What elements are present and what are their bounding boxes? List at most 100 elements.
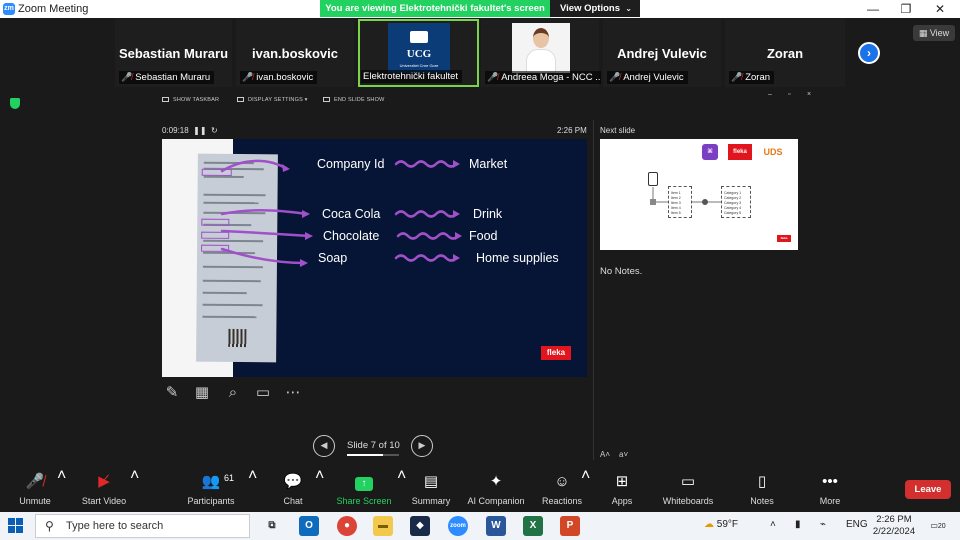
screen-share-banner: You are viewing Elektrotehnički fakultet…	[320, 0, 550, 17]
participant-label-text: Zoran	[745, 72, 771, 83]
next-slide-connectors	[650, 187, 721, 205]
fleka-logo: fleka	[541, 346, 571, 360]
language-indicator[interactable]: ENG	[846, 519, 868, 530]
whiteboard-icon: ▭	[680, 473, 696, 490]
window-title: Zoom Meeting	[18, 3, 89, 15]
display-settings-button[interactable]: DISPLAY SETTINGS ▾	[237, 97, 308, 103]
task-view-icon[interactable]: ⧉	[262, 516, 282, 536]
taskbar-date: 2/22/2024	[872, 526, 916, 537]
taskbar-clock[interactable]: 2:26 PM 2/22/2024	[870, 514, 918, 538]
taskbar-search-box[interactable]: ⚲ Type here to search	[35, 514, 250, 538]
view-button[interactable]: ▦ View	[913, 25, 955, 41]
curved-arrow-soap	[220, 247, 307, 265]
notifications-icon[interactable]: ▭20	[929, 518, 947, 534]
search-icon: ⚲	[45, 519, 54, 533]
participant-tile[interactable]: ivan.boskovic 🎤̸ ivan.boskovic	[236, 19, 354, 87]
slide-progress-bar	[347, 454, 399, 456]
chrome-icon[interactable]: ●	[337, 516, 357, 536]
microphone-tray-icon[interactable]: ▮	[795, 519, 801, 530]
windows-start-icon[interactable]	[8, 518, 24, 534]
leave-button[interactable]: Leave	[905, 480, 951, 499]
see-all-slides-icon[interactable]: ▦	[192, 383, 212, 403]
presenter-divider[interactable]	[593, 120, 594, 460]
participant-tile[interactable]: 🎤̸ Andreea Moga - NCC ...	[481, 19, 601, 87]
next-slide-button[interactable]: ▶	[411, 435, 433, 457]
participant-label-text: Andreea Moga - NCC ...	[501, 72, 601, 83]
restore-button[interactable]: ❐	[891, 1, 921, 17]
participant-name-large: Andrej Vulevic	[617, 46, 707, 61]
weather-widget[interactable]: ☁ 59°F	[704, 519, 738, 530]
presenter-clock: 2:26 PM	[557, 126, 587, 135]
presenter-close-icon[interactable]: ×	[807, 91, 811, 98]
pause-icon[interactable]: ❚❚	[193, 126, 206, 135]
mic-muted-icon: 🎤̸	[242, 72, 254, 82]
book-icon	[410, 31, 428, 43]
slide-counter[interactable]: Slide 7 of 10	[347, 440, 400, 451]
presenter-minimize-icon[interactable]: –	[768, 91, 772, 98]
pen-icon[interactable]: ✎	[162, 383, 182, 403]
next-slide-preview[interactable]: ⌘ fleka UDS Item 1 Item 2 Item 3 Item 4 …	[600, 139, 798, 250]
previous-slide-button[interactable]: ◀	[313, 435, 335, 457]
more-options-icon[interactable]: ⋯	[283, 383, 303, 403]
whiteboards-button[interactable]: ▭ Whiteboards	[648, 467, 728, 512]
next-participants-arrow-icon[interactable]: ›	[858, 42, 880, 64]
more-button[interactable]: ••• More	[790, 467, 870, 512]
more-label: More	[819, 496, 841, 506]
slide-progress-fill	[347, 454, 384, 456]
slide-timer: 0:09:18 ❚❚ ↻	[162, 126, 218, 135]
participant-label: 🎤̸ Sebastian Muraru	[119, 71, 215, 84]
next-slide-label: Next slide	[600, 126, 636, 135]
view-options-button[interactable]: View Options ⌄	[550, 0, 640, 17]
participant-tile-active-speaker[interactable]: UCG Univerzitet Crne Gore Elektrotehničk…	[358, 19, 479, 87]
start-video-label: Start Video	[81, 496, 127, 506]
video-options-caret-icon[interactable]: ˄	[130, 467, 139, 485]
word-icon[interactable]: W	[486, 516, 506, 536]
participant-label: 🎤̸ Zoran	[729, 71, 775, 84]
end-slide-show-button[interactable]: END SLIDE SHOW	[323, 97, 384, 103]
powerpoint-icon[interactable]: P	[560, 516, 580, 536]
chat-caret-icon[interactable]: ˄	[315, 467, 324, 485]
file-explorer-icon[interactable]: ▬	[373, 516, 393, 536]
network-icon[interactable]: ⌁	[820, 519, 826, 530]
photo-head	[533, 28, 549, 48]
screen-icon[interactable]: ▭	[253, 383, 273, 403]
participant-tile[interactable]: Zoran 🎤̸ Zoran	[725, 19, 845, 87]
participants-button[interactable]: 👥 61 Participants	[171, 467, 251, 512]
minimize-button[interactable]: —	[858, 1, 888, 17]
restart-timer-icon[interactable]: ↻	[211, 126, 218, 135]
participant-name-large: Zoran	[766, 46, 804, 61]
ucg-logo-text: UCG	[406, 48, 432, 60]
end-show-icon	[323, 97, 330, 102]
remote-app-icon[interactable]: ◆	[410, 516, 430, 536]
zoom-taskbar-icon[interactable]: zoom	[448, 516, 468, 536]
slide-text-drink: Drink	[473, 207, 503, 221]
speaker-notes: No Notes.	[600, 266, 643, 277]
participant-tile[interactable]: Andrej Vulevic 🎤̸ Andrej Vulevic	[603, 19, 721, 87]
participant-label-text: Andrej Vulevic	[623, 72, 684, 83]
taskbar-icon	[162, 97, 169, 102]
wavy-arrow-chocolate	[396, 232, 460, 240]
slide-text-food: Food	[469, 229, 498, 243]
close-button[interactable]: ✕	[925, 1, 955, 17]
zoom-magnifier-icon[interactable]: ⌕	[223, 383, 243, 403]
outlook-icon[interactable]: O	[299, 516, 319, 536]
participant-name-large: Sebastian Muraru	[118, 46, 229, 61]
view-button-label: View	[929, 28, 950, 38]
participant-tile[interactable]: Sebastian Muraru 🎤̸ Sebastian Muraru	[115, 19, 232, 87]
tray-overflow-icon[interactable]: ˄	[770, 519, 776, 530]
show-taskbar-button[interactable]: SHOW TASKBAR	[162, 97, 219, 103]
excel-icon[interactable]: X	[523, 516, 543, 536]
mic-muted-icon: 🎤̸	[121, 72, 133, 82]
increase-font-icon[interactable]: A˄	[600, 450, 610, 459]
participant-label: Elektrotehnički fakultet	[361, 70, 463, 83]
curved-arrow-coca-cola	[220, 209, 309, 216]
chevron-down-icon: ⌄	[625, 4, 632, 13]
presenter-restore-icon[interactable]: ▫	[788, 91, 790, 98]
decrease-font-icon[interactable]: a˅	[619, 450, 628, 459]
participant-label-text: ivan.boskovic	[256, 72, 314, 83]
display-settings-label: DISPLAY SETTINGS ▾	[248, 97, 308, 103]
security-shield-icon[interactable]	[10, 98, 20, 109]
slide-text-company-id: Company Id	[317, 157, 385, 171]
participants-label: Participants	[187, 496, 235, 506]
wavy-arrow-soap	[394, 254, 458, 262]
